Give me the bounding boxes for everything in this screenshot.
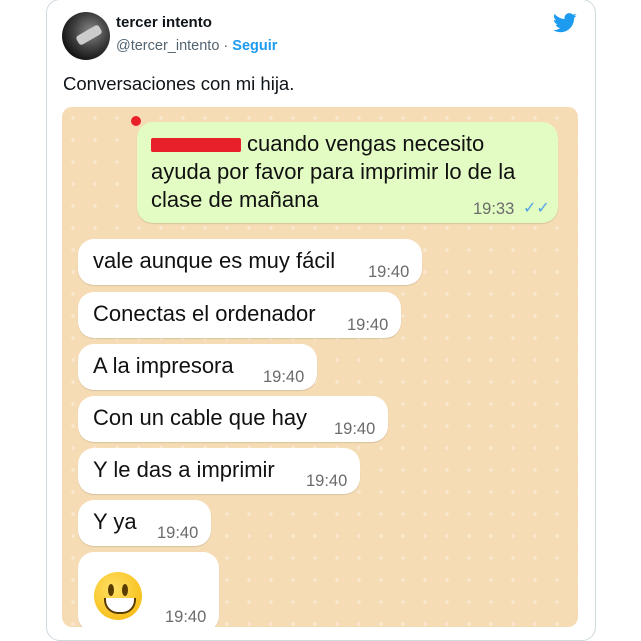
outgoing-message: cuando vengas necesito ayuda por favor p…: [131, 116, 558, 223]
twitter-bird-icon[interactable]: [553, 13, 577, 33]
grinning-face-icon: [94, 572, 142, 620]
message-time: 19:40: [347, 316, 389, 334]
message-text: A la impresora: [93, 353, 234, 378]
outgoing-line-1: cuando vengas necesito: [151, 130, 551, 158]
tweet-text: Conversaciones con mi hija.: [63, 73, 295, 94]
outgoing-line-2: ayuda por favor para imprimir lo de la: [151, 159, 516, 184]
display-name[interactable]: tercer intento: [116, 14, 212, 31]
redaction-mark: [151, 138, 241, 153]
incoming-message: Conectas el ordenador 19:40: [78, 292, 401, 338]
handle-line: @tercer_intento · Seguir: [116, 38, 277, 54]
message-time: 19:40: [368, 263, 410, 281]
redaction-dot: [131, 116, 141, 126]
incoming-message: A la impresora 19:40: [78, 344, 317, 390]
message-text: vale aunque es muy fácil: [93, 248, 336, 273]
incoming-message: Y le das a imprimir 19:40: [78, 448, 360, 494]
message-time: 19:40: [157, 524, 199, 542]
separator: ·: [219, 38, 233, 54]
avatar[interactable]: [62, 12, 110, 60]
incoming-emoji-message: 19:40: [78, 552, 219, 627]
handle[interactable]: @tercer_intento: [116, 38, 219, 54]
incoming-message: Y ya 19:40: [78, 500, 211, 546]
incoming-message: vale aunque es muy fácil 19:40: [78, 239, 422, 285]
follow-button[interactable]: Seguir: [232, 38, 277, 54]
message-time: 19:40: [306, 472, 348, 490]
chat-screenshot: cuando vengas necesito ayuda por favor p…: [62, 107, 578, 627]
message-text: Conectas el ordenador: [93, 301, 316, 326]
message-text: Y ya: [93, 509, 137, 534]
read-ticks-icon: ✓✓: [523, 200, 550, 217]
message-text: Y le das a imprimir: [93, 457, 275, 482]
message-text: Con un cable que hay: [93, 405, 308, 430]
message-time: 19:40: [263, 368, 305, 386]
message-time: 19:40: [334, 420, 376, 438]
message-time: 19:40: [165, 608, 207, 626]
incoming-message: Con un cable que hay 19:40: [78, 396, 388, 442]
message-time: 19:33: [473, 200, 515, 218]
